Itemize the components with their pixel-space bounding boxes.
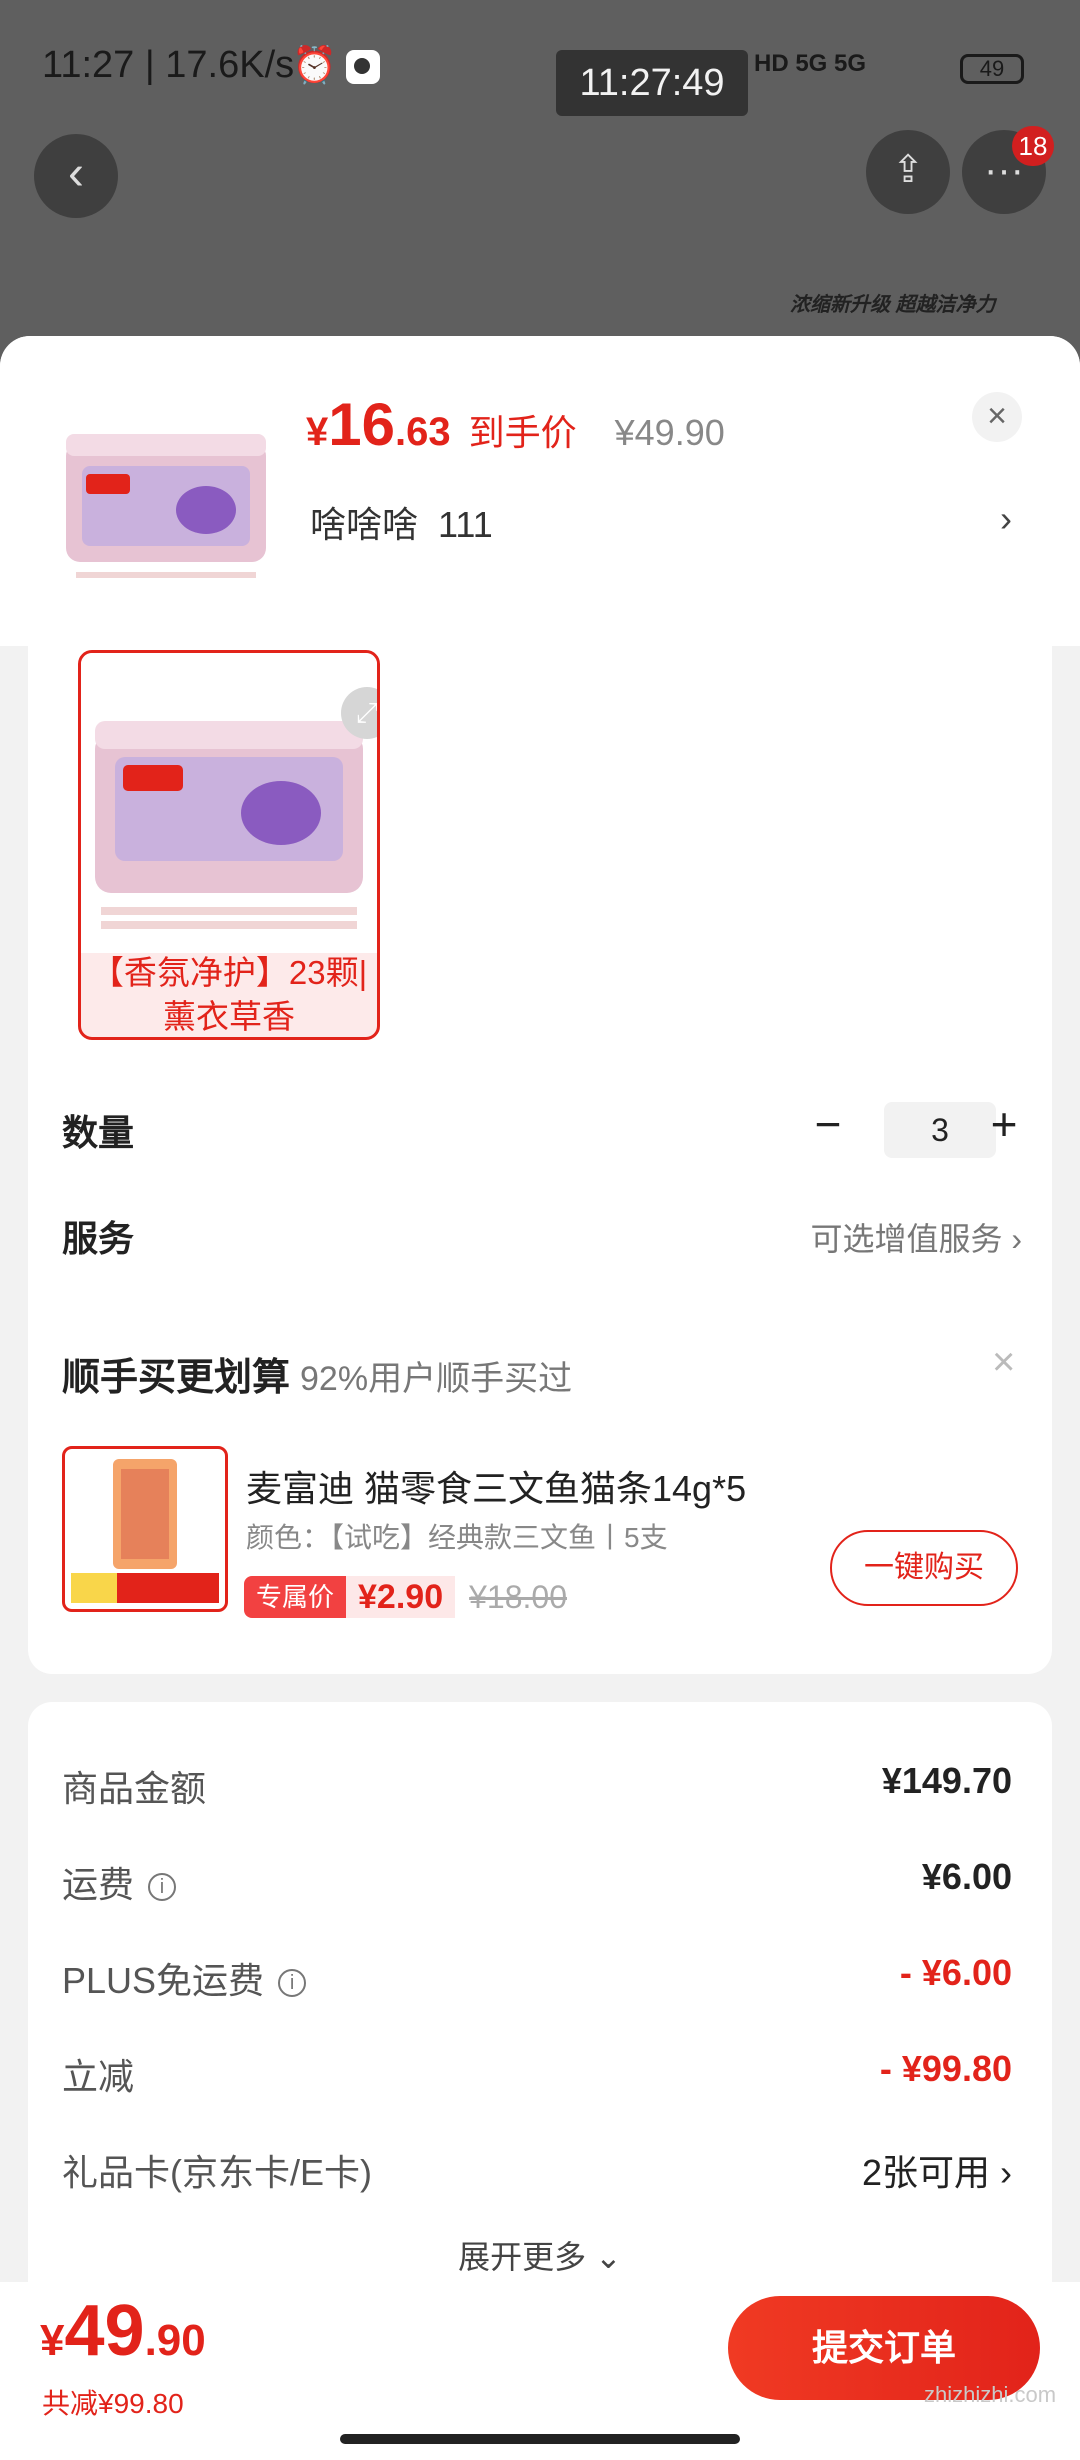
summary-label: 商品金额	[62, 1768, 207, 1809]
addon-heading: 顺手买更划算 92%用户顺手买过	[62, 1346, 572, 1401]
deal-price: ¥ 16 .63 到手价 ¥49.90	[306, 390, 725, 459]
total-integer: 49	[64, 2291, 145, 2371]
watermark: zhizhizhi.com	[924, 2382, 1057, 2407]
price-tag: 到手价	[468, 412, 577, 453]
checkout-bar: ¥ 49 .90 共减¥99.80 提交订单	[0, 2282, 1080, 2460]
total-currency: ¥	[40, 2316, 65, 2365]
total-saved: 共减¥99.80	[42, 2388, 184, 2419]
original-price: ¥49.90	[614, 412, 725, 453]
expand-more-button[interactable]: 展开更多 ⌄	[28, 2232, 1052, 2278]
summary-label: PLUS免运费	[62, 1960, 265, 2001]
summary-row-goods: 商品金额 ¥149.70	[62, 1750, 1012, 1810]
chevron-right-icon[interactable]: ›	[1000, 498, 1012, 540]
addon-price: 专属价 ¥2.90 ¥18.00	[244, 1572, 567, 1622]
chevron-down-icon: ⌄	[595, 2239, 622, 2275]
quantity-label: 数量	[62, 1112, 135, 1153]
home-indicator[interactable]	[340, 2434, 740, 2444]
addon-original-price: ¥18.00	[469, 1578, 567, 1615]
total-price: ¥ 49 .90	[40, 2290, 206, 2372]
info-icon[interactable]: i	[148, 1873, 177, 1902]
addon-product-image[interactable]	[62, 1446, 228, 1612]
sku-code: 111	[438, 504, 493, 545]
addon-product-spec: 颜色：【试吃】经典款三文鱼丨5支	[246, 1522, 668, 1553]
sheet-header: ¥ 16 .63 到手价 ¥49.90 啥啥啥 111 › ×	[0, 336, 1080, 646]
back-icon[interactable]: ‹	[34, 134, 118, 218]
summary-row-giftcard[interactable]: 礼品卡(京东卡/E卡) 2张可用 ›	[62, 2134, 1012, 2194]
decrease-quantity-button[interactable]: −	[798, 1096, 858, 1156]
price-summary-card: 商品金额 ¥149.70 运费 i ¥6.00 PLUS免运费 i - ¥6.00 …	[28, 1702, 1052, 2322]
floating-clock: 11:27:49	[556, 50, 748, 116]
status-time: 11:27 | 17.6K/s	[42, 44, 295, 86]
addon-product-name[interactable]: 麦富迪 猫零食三文鱼猫条14g*5	[246, 1460, 746, 1512]
price-integer: 16	[328, 391, 395, 458]
share-icon[interactable]: ⇪	[866, 130, 950, 214]
summary-row-discount: 立减 - ¥99.80	[62, 2038, 1012, 2098]
banner-text: 浓缩新升级 超越洁净力	[790, 294, 996, 316]
summary-row-plus: PLUS免运费 i - ¥6.00	[62, 1942, 1012, 2002]
summary-row-shipping: 运费 i ¥6.00	[62, 1846, 1012, 1906]
notification-badge: 18	[1012, 126, 1054, 166]
battery-icon: 49	[960, 54, 1024, 84]
summary-label: 运费	[62, 1864, 135, 1905]
product-thumbnail	[56, 392, 276, 612]
close-icon[interactable]: ×	[992, 1340, 1015, 1385]
service-row[interactable]: 服务 可选增值服务 ›	[62, 1192, 1022, 1272]
addon-subtitle: 92%用户顺手买过	[300, 1360, 573, 1398]
addon-card: 顺手买更划算 92%用户顺手买过 × 麦富迪 猫零食三文鱼猫条14g*5 颜色：【…	[28, 1308, 1052, 1674]
exclusive-price: ¥2.90	[346, 1576, 456, 1618]
price-decimal: .63	[395, 410, 451, 454]
quantity-row: 数量 − 3 +	[62, 1086, 1022, 1166]
price-currency: ¥	[306, 410, 329, 454]
variant-option-selected[interactable]: ⤢ 【香氛净护】23颗|薰衣草香	[78, 650, 380, 1040]
exclusive-price-tag: 专属价	[244, 1576, 347, 1618]
summary-label: 礼品卡(京东卡/E卡)	[62, 2152, 372, 2193]
selected-sku[interactable]: 啥啥啥 111	[310, 496, 493, 548]
alarm-icon: ⏰	[292, 44, 337, 85]
expand-more-label: 展开更多	[458, 2239, 587, 2275]
summary-value: - ¥99.80	[879, 2048, 1012, 2089]
one-click-buy-button[interactable]: 一键购买	[830, 1530, 1018, 1606]
total-decimal: .90	[144, 2316, 206, 2365]
chevron-right-icon: ›	[1011, 1221, 1022, 1257]
summary-value: ¥149.70	[881, 1760, 1012, 1801]
status-bar: 11:27 | 17.6K/s ⏰ 11:27:49 HD 5G 5G 49	[0, 0, 1080, 130]
signal-icon: HD 5G 5G	[754, 50, 867, 77]
service-value: 可选增值服务	[810, 1221, 1003, 1257]
summary-value: - ¥6.00	[899, 1952, 1012, 1993]
info-icon[interactable]: i	[278, 1969, 307, 1998]
variant-label: 【香氛净护】23颗|薰衣草香	[90, 954, 368, 1035]
summary-value: 2张可用 ›	[861, 2152, 1012, 2193]
summary-label: 立减	[62, 2056, 135, 2097]
close-icon[interactable]: ×	[972, 392, 1022, 442]
summary-value: ¥6.00	[921, 1856, 1012, 1897]
app-clock-icon	[346, 50, 380, 84]
addon-title: 顺手买更划算	[62, 1357, 291, 1399]
sku-name: 啥啥啥	[310, 504, 419, 545]
increase-quantity-button[interactable]: +	[974, 1096, 1034, 1156]
purchase-sheet: ¥ 16 .63 到手价 ¥49.90 啥啥啥 111 › × ⤢ 【香氛净护】…	[0, 336, 1080, 2460]
variant-image	[81, 653, 377, 953]
service-label: 服务	[62, 1218, 135, 1259]
